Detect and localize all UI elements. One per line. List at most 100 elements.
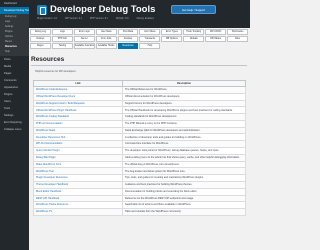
resource-link[interactable]: WordPress Hooks Reference bbox=[32, 201, 124, 210]
tab-error-types[interactable]: Error Types bbox=[161, 29, 183, 35]
tab-debug-log[interactable]: Debug Log bbox=[30, 29, 51, 35]
tab-user-meta[interactable]: User Meta bbox=[95, 29, 117, 35]
resources-table: Link Description WordPress Code Referenc… bbox=[32, 80, 246, 216]
resource-link[interactable]: WP-CLI Documentation bbox=[32, 140, 124, 149]
resource-description: Official documentation for WordPress dev… bbox=[122, 92, 246, 101]
resource-description: Reference for the WordPress REST API end… bbox=[122, 194, 246, 203]
sidebar-item-appearance[interactable]: Appearance bbox=[0, 84, 29, 91]
sidebar-item-dashboard[interactable]: Dashboard bbox=[0, 0, 29, 7]
page-title: Developer Debug Tools bbox=[50, 4, 156, 15]
resource-link[interactable]: WordPress Coding Standards bbox=[32, 113, 124, 121]
section-title: Resources bbox=[31, 56, 247, 66]
resource-link[interactable]: PHP.net Documentation bbox=[32, 119, 124, 128]
tab-db-options[interactable]: DB Options bbox=[161, 36, 183, 42]
table-row: WordPress Stack Stack Exchange Q&A for Wo… bbox=[32, 126, 246, 135]
resource-link[interactable]: Debug Bar Plugin bbox=[32, 153, 124, 162]
resource-description: Stack Exchange Q&A for WordPress develop… bbox=[122, 126, 246, 135]
resource-description: Talks and tutorials from the WordPress c… bbox=[122, 208, 246, 216]
tab-cookies[interactable]: Cookies bbox=[117, 36, 139, 42]
table-row: WP-CLI Documentation Command-line interfa… bbox=[32, 140, 246, 149]
resource-link[interactable]: Developer Resources Hub bbox=[32, 133, 124, 142]
sidebar-subitem-help[interactable]: Help bbox=[0, 50, 29, 55]
tab-error-meta[interactable]: Error Meta bbox=[139, 29, 161, 35]
version-info-item: Debug: Enabled bbox=[136, 17, 154, 20]
resource-link[interactable]: Theme Developer Handbook bbox=[32, 180, 124, 189]
tab-testing[interactable]: Testing bbox=[51, 43, 73, 49]
resource-description: The Official Reference for WordPress. bbox=[122, 86, 246, 94]
version-info-item: WP Version: 6.x bbox=[64, 17, 82, 20]
table-row: WordPress Support Forum / Build Requests… bbox=[32, 99, 246, 108]
sidebar-item-collapse-menu[interactable]: Collapse menu bbox=[0, 126, 29, 133]
tab-available-functions[interactable]: Available Functions bbox=[73, 43, 95, 49]
table-row: Theme Developer Handbook Guidance and bes… bbox=[32, 180, 246, 189]
table-row: WordPress Hooks Reference Searchable list… bbox=[32, 201, 246, 210]
tab-regex[interactable]: Regex bbox=[30, 43, 51, 49]
tab-transients[interactable]: Transients bbox=[139, 36, 161, 42]
tab-bar: Debug Log Logs Error Logs User Meta Post Met… bbox=[30, 29, 248, 49]
resource-link[interactable]: WordPress Code Reference bbox=[32, 86, 124, 94]
tab-error-logs[interactable]: Error Logs bbox=[73, 29, 95, 35]
sidebar-item-users[interactable]: Users bbox=[0, 98, 29, 105]
tab-post-meta[interactable]: Post Meta bbox=[117, 29, 139, 35]
tab-globals[interactable]: Globals bbox=[183, 36, 205, 42]
table-row: Query Monitor Plugin The developer tools … bbox=[32, 147, 246, 155]
resource-link[interactable]: WordPress TV bbox=[32, 208, 124, 216]
tab-wp-cron[interactable]: WP-CRON bbox=[205, 29, 227, 35]
resource-link[interactable]: Make WordPress Core bbox=[32, 160, 124, 169]
sidebar-item-error-reporting[interactable]: Error Reporting bbox=[0, 119, 29, 126]
sidebar-submenu: Debug Log Logs Settings Plugins Options Menus… bbox=[0, 14, 29, 56]
tab-php-info[interactable]: PHP Info bbox=[51, 36, 73, 42]
resource-description: The developer tools panel for WordPress;… bbox=[122, 147, 246, 155]
tab-hook-tracking[interactable]: Hook Tracking bbox=[183, 29, 205, 35]
sidebar-item-pages[interactable]: Pages bbox=[0, 70, 29, 77]
tab-files[interactable]: Files bbox=[227, 36, 248, 42]
resource-description: A collection of developer tools and guid… bbox=[122, 133, 246, 142]
tab-shortcodes[interactable]: Shortcodes bbox=[227, 29, 248, 35]
resource-link[interactable]: Plugin Developer Resources bbox=[32, 174, 124, 182]
sidebar-bottom-group: Posts Media Pages Comments Appearance Plugins… bbox=[0, 56, 29, 133]
sidebar-item-settings[interactable]: Settings bbox=[0, 112, 29, 119]
tab-available-hooks[interactable]: Available Hooks bbox=[95, 43, 117, 49]
main-content: Resources Helpful resources for WP devel… bbox=[31, 56, 248, 250]
resource-link[interactable]: Query Monitor Plugin bbox=[32, 147, 124, 155]
table-row: Block Editor Handbook Documentation for b… bbox=[32, 187, 246, 196]
resource-link[interactable]: Official WordPress Developer Docs bbox=[32, 92, 124, 101]
tab-defines[interactable]: Defines bbox=[30, 36, 51, 42]
table-row: WordPress Trac The bug tracker and ticket… bbox=[32, 167, 246, 176]
sidebar-item-developer-debug-tools[interactable]: Developer Debug Tools bbox=[0, 7, 29, 14]
sidebar-item-tools[interactable]: Tools bbox=[0, 105, 29, 112]
resource-description: Guidance and best practices for building… bbox=[122, 180, 246, 189]
resource-link[interactable]: WordPress Trac bbox=[32, 167, 124, 176]
resource-description: Documentation for building blocks and ex… bbox=[122, 187, 246, 196]
plugin-header: Developer Debug Tools Get Help / Support… bbox=[29, 0, 250, 28]
resource-description: Tips, tools, and guides for creating and… bbox=[122, 174, 246, 182]
tab-help[interactable]: Help bbox=[139, 43, 161, 49]
sidebar-item-posts[interactable]: Posts bbox=[0, 56, 29, 63]
resource-description: Searchable list of actions and filters a… bbox=[122, 201, 246, 210]
sidebar-item-plugins[interactable]: Plugins bbox=[0, 91, 29, 98]
resource-link[interactable]: Official WordPress Plugin Handbook bbox=[32, 106, 124, 115]
tab-cron-jobs[interactable]: Cron Jobs bbox=[95, 36, 117, 42]
resource-link[interactable]: WordPress Stack bbox=[32, 126, 124, 135]
tab-db-tables[interactable]: DB Tables bbox=[205, 36, 227, 42]
resource-description: Support forums for WordPress developers. bbox=[122, 99, 246, 108]
table-row: Plugin Developer Resources Tips, tools, a… bbox=[32, 174, 246, 182]
sidebar-item-media[interactable]: Media bbox=[0, 63, 29, 70]
table-row: Debug Bar Plugin Adds a debug menu to the… bbox=[32, 153, 246, 162]
sidebar-item-comments[interactable]: Comments bbox=[0, 77, 29, 84]
resource-link[interactable]: Block Editor Handbook bbox=[32, 187, 124, 196]
table-row: Make WordPress Core The official blog of … bbox=[32, 160, 246, 169]
resource-link[interactable]: REST API Handbook bbox=[32, 194, 124, 203]
table-row: PHP.net Documentation The PHP Manual is a… bbox=[32, 119, 246, 128]
version-info-item: PHP Version: 8.x bbox=[89, 17, 108, 20]
version-info-item: MySQL: 8.0 bbox=[115, 17, 129, 20]
resource-description: The official blog of WordPress core deve… bbox=[122, 160, 246, 169]
table-row: WordPress Code Reference The Official Ref… bbox=[32, 86, 246, 94]
tab-server[interactable]: Server bbox=[73, 36, 95, 42]
tab-logs[interactable]: Logs bbox=[51, 29, 73, 35]
tab-resources[interactable]: Resources bbox=[117, 43, 139, 49]
help-button[interactable]: Get Help / Support bbox=[171, 5, 216, 14]
resource-link[interactable]: WordPress Support Forum / Build Requests bbox=[32, 99, 124, 108]
table-row: WordPress Coding Standards Coding standar… bbox=[32, 113, 246, 121]
table-row: REST API Handbook Reference for the WordP… bbox=[32, 194, 246, 203]
